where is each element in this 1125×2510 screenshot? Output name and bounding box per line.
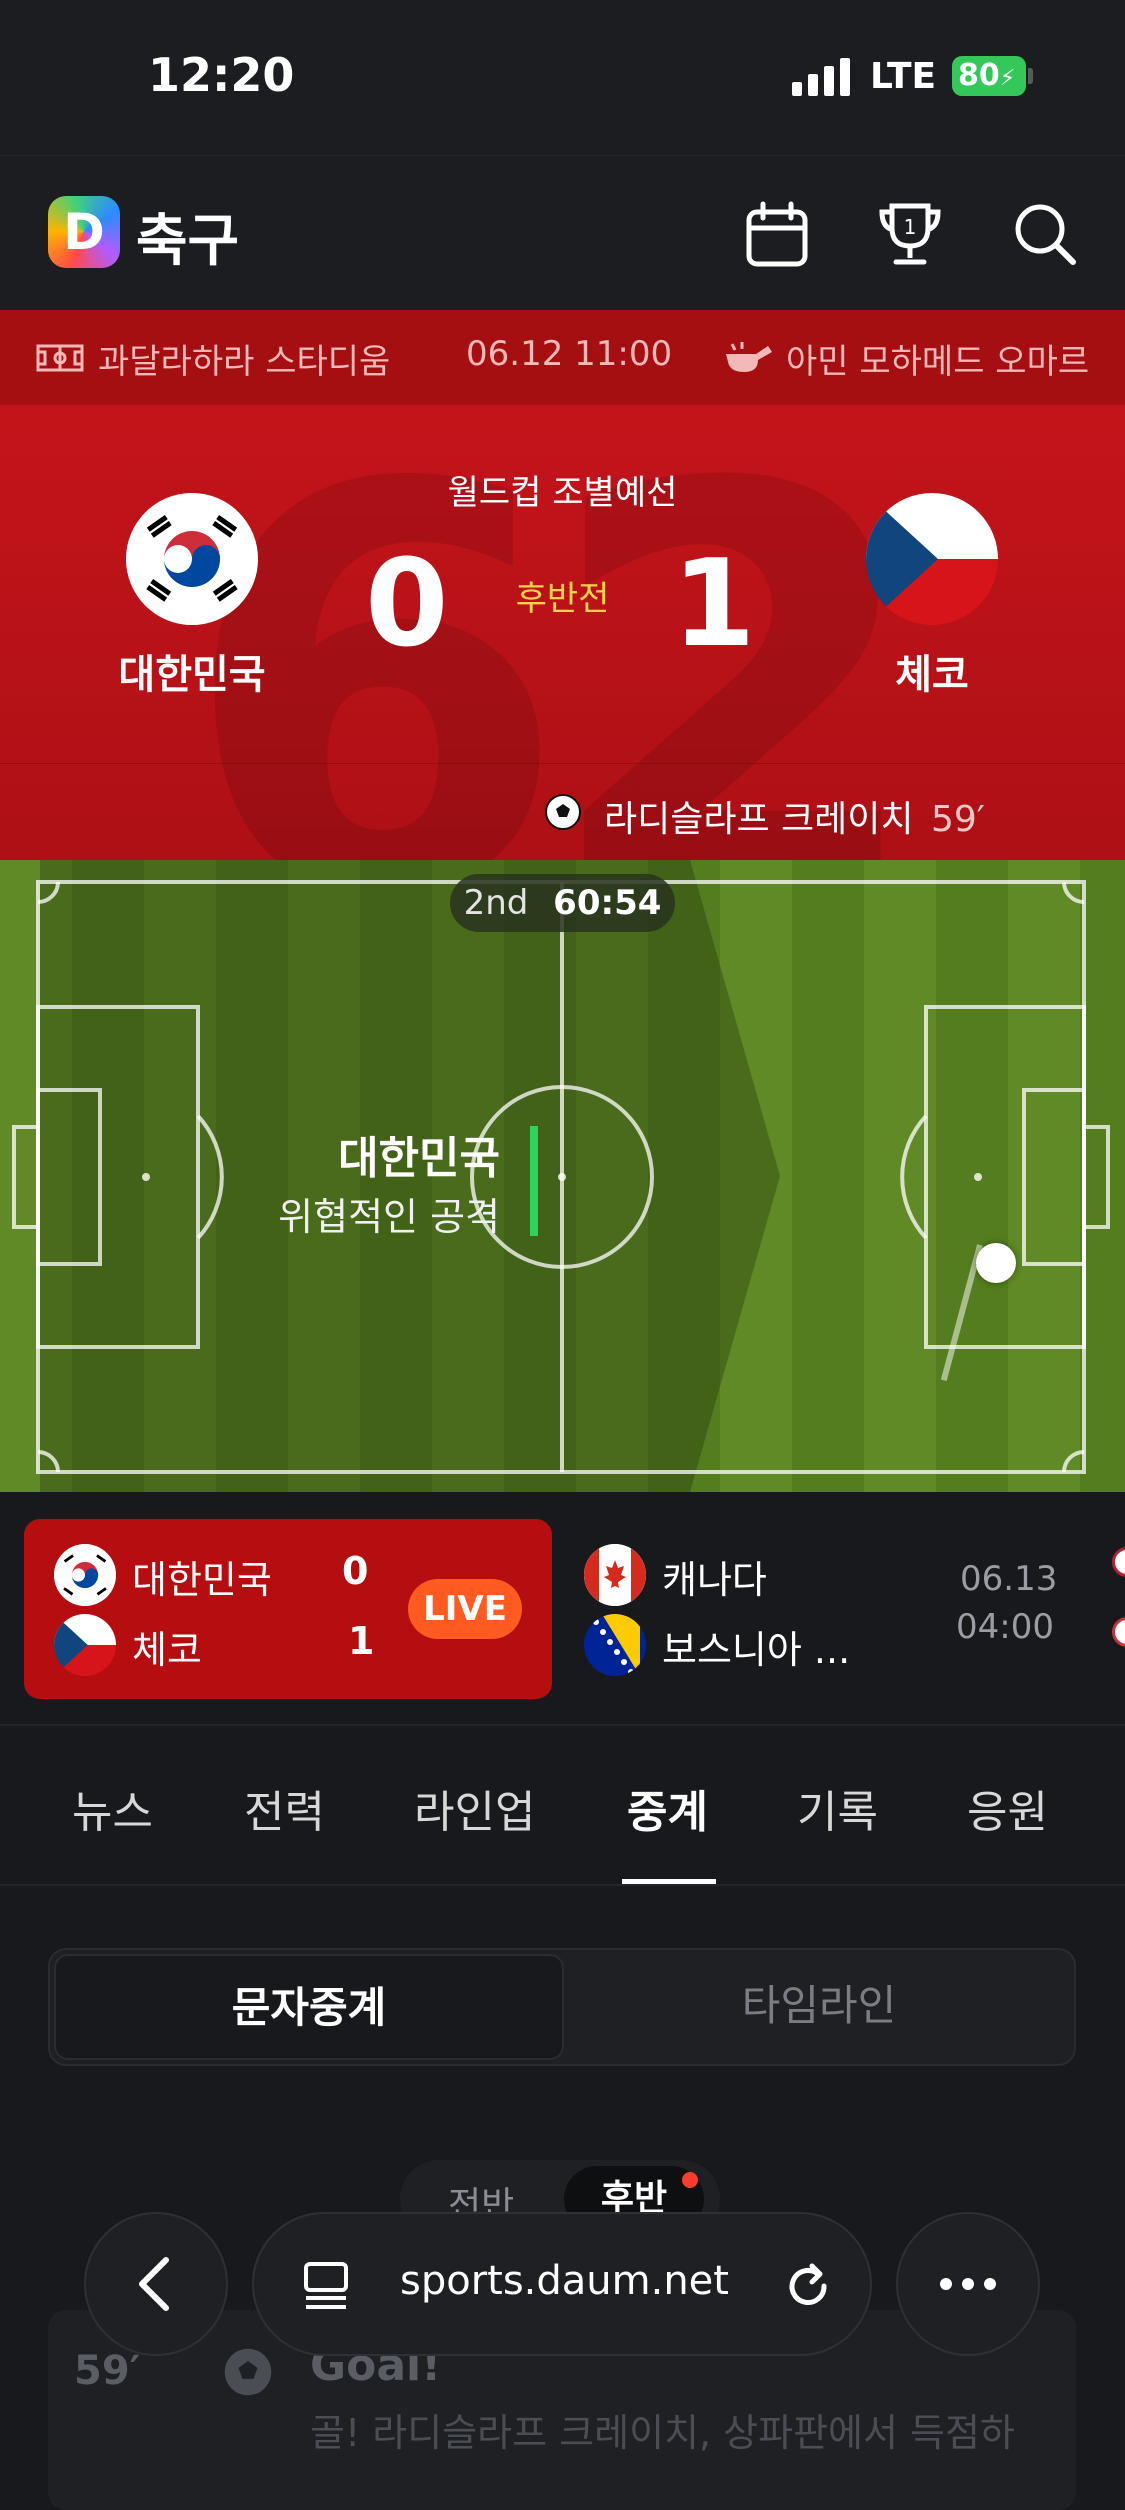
more-button[interactable] (896, 2212, 1040, 2356)
tab-news[interactable]: 뉴스 (72, 1776, 153, 1840)
stadium-icon (36, 344, 84, 372)
goal-minute: 59′ (930, 799, 985, 840)
more-icon (940, 2278, 996, 2290)
calendar-icon[interactable] (737, 194, 817, 274)
pitch-lines (12, 860, 1110, 1492)
active-tab-indicator (622, 1879, 716, 1884)
page-title: 축구 (136, 209, 240, 274)
event-indicator (530, 1126, 538, 1236)
away-score: 1 (672, 535, 756, 674)
tab-bar: 뉴스 전력 라인업 중계 기록 응원 (0, 1726, 1125, 1886)
search-icon[interactable] (1005, 194, 1085, 274)
czech-flag-icon (54, 1614, 116, 1676)
battery-icon: 80⚡ (952, 56, 1026, 96)
new-dot (682, 2172, 698, 2188)
tab-records[interactable]: 기록 (797, 1776, 878, 1840)
signal-icon (792, 58, 850, 96)
tab-cheer[interactable]: 응원 (967, 1776, 1048, 1840)
scoreboard: 62 월드컵 조별예선 대한민국 0 후반전 1 체코 라디슬라프 크레이치 5… (0, 405, 1125, 860)
ball-marker (976, 1243, 1016, 1283)
tab-lineup[interactable]: 라인업 (414, 1776, 535, 1840)
back-button[interactable] (84, 2212, 228, 2356)
referee-name: 아민 모하메드 오마르 (786, 342, 1090, 382)
half-label: 2nd (463, 883, 529, 923)
address-bar[interactable]: sports.daum.net (252, 2212, 872, 2356)
goal-scorer: 라디슬라프 크레이치 (604, 799, 914, 840)
reload-icon[interactable] (780, 2258, 836, 2314)
status-time: 12:20 (148, 48, 295, 102)
tab-lineup-strength[interactable]: 전력 (244, 1776, 325, 1840)
divider (0, 763, 1125, 764)
goal-event: 라디슬라프 크레이치 59′ (604, 790, 985, 842)
match-card-live[interactable]: 대한민국 0 체코 1 LIVE (24, 1519, 552, 1699)
czech-flag-icon[interactable] (866, 493, 998, 625)
match-card-next[interactable]: 캐나다 보스니아 ... 06.13 04:00 (558, 1519, 1118, 1699)
segment-timeline[interactable]: 타임라인 (564, 1954, 1074, 2060)
next-match-time: 04:00 (956, 1607, 1054, 1647)
browser-toolbar: sports.daum.net (0, 2200, 1125, 2436)
segment-control: 문자중계 타임라인 (48, 1948, 1076, 2066)
whistle-icon (726, 342, 772, 372)
bosnia-flag-icon (584, 1614, 646, 1676)
next-away-name: 보스니아 ... (662, 1628, 851, 1672)
battery-level: 80 (958, 58, 1000, 93)
clock-time: 60:54 (553, 883, 662, 923)
live-pitch: 2nd 60:54 대한민국 위협적인 공격 (0, 860, 1125, 1492)
svg-text:1: 1 (904, 215, 917, 239)
next-home-name: 캐나다 (662, 1558, 767, 1602)
korea-flag-icon (54, 1544, 116, 1606)
attack-team: 대한민국 (338, 1133, 500, 1184)
away-team-name[interactable]: 체코 (812, 642, 1052, 700)
network-label: LTE (870, 56, 937, 97)
live-badge: LIVE (408, 1579, 522, 1639)
match-clock: 2nd 60:54 (450, 874, 675, 932)
match-strip: 대한민국 0 체코 1 LIVE 캐나다 보스니아 ... 06.13 04:0… (0, 1492, 1125, 1726)
stadium-name: 과달라하라 스타디움 (98, 342, 391, 382)
logo-letter: D (63, 203, 105, 261)
status-bar: 12:20 LTE 80⚡ (0, 0, 1125, 155)
segment-text-broadcast[interactable]: 문자중계 (54, 1954, 564, 2060)
strip-away-name: 체코 (132, 1628, 202, 1672)
strip-away-score: 1 (348, 1619, 375, 1663)
strip-home-score: 0 (342, 1549, 369, 1593)
strip-home-name: 대한민국 (132, 1558, 272, 1602)
attack-event: 위협적인 공격 (278, 1195, 500, 1239)
app-bar: D 축구 1 (0, 155, 1125, 310)
soccer-ball-icon (545, 794, 581, 830)
match-info-bar: 과달라하라 스타디움 06.12 11:00 아민 모하메드 오마르 (0, 310, 1125, 405)
battery-cap (1028, 68, 1033, 84)
canada-flag-icon (584, 1544, 646, 1606)
match-datetime: 06.12 11:00 (466, 334, 673, 374)
next-match-date: 06.13 (960, 1559, 1058, 1599)
url-text: sports.daum.net (400, 2258, 729, 2304)
daum-logo-icon[interactable]: D (48, 196, 120, 268)
reader-mode-icon[interactable] (302, 2260, 354, 2312)
tab-broadcast[interactable]: 중계 (627, 1776, 708, 1840)
trophy-icon[interactable]: 1 (870, 194, 950, 274)
chevron-left-icon (139, 2257, 169, 2311)
home-team-name[interactable]: 대한민국 (72, 642, 312, 700)
